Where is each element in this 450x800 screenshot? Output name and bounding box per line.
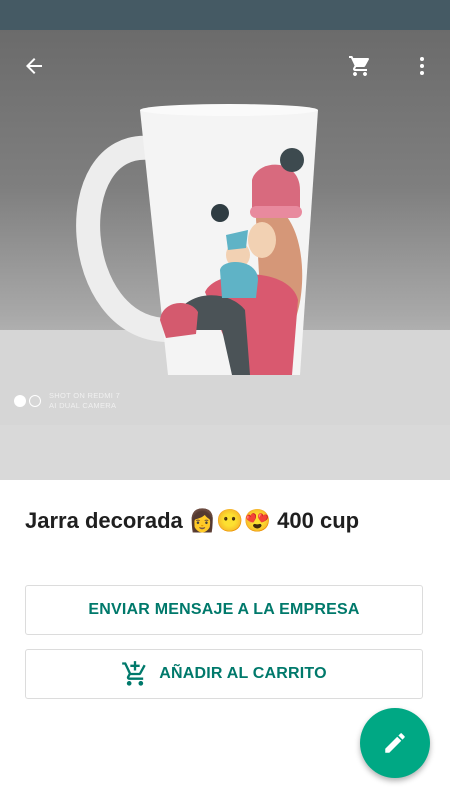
watermark-dot-filled [14, 395, 26, 407]
product-image-container[interactable]: SHOT ON REDMI 7 AI DUAL CAMERA [0, 30, 450, 480]
watermark-dot-hollow [29, 395, 41, 407]
add-shopping-cart-icon [122, 661, 146, 686]
camera-watermark: SHOT ON REDMI 7 AI DUAL CAMERA [14, 391, 120, 411]
product-photo: SHOT ON REDMI 7 AI DUAL CAMERA [0, 30, 450, 425]
decoration-pompom [280, 148, 304, 172]
pencil-icon [385, 733, 405, 753]
watermark-line2: AI DUAL CAMERA [49, 401, 117, 410]
send-message-label: ENVIAR MENSAJE A LA EMPRESA [88, 601, 360, 618]
add-to-cart-button[interactable]: AÑADIR AL CARRITO [25, 649, 423, 699]
cart-button[interactable] [344, 50, 376, 82]
watermark-line1: SHOT ON REDMI 7 [49, 391, 121, 400]
image-bottom-padding [0, 425, 450, 480]
decoration-face [248, 222, 276, 258]
back-button[interactable] [18, 50, 50, 82]
edit-fab-button[interactable] [360, 708, 430, 778]
decoration-baby-pompom [211, 204, 229, 222]
product-photo-drawing [0, 104, 450, 425]
watermark-dots [14, 395, 41, 407]
product-title: Jarra decorada 👩😶😍 400 cup [25, 508, 360, 533]
arrow-back-icon [26, 58, 42, 74]
mug-rim [140, 104, 318, 116]
more-options-button[interactable] [406, 50, 438, 82]
watermark-text: SHOT ON REDMI 7 AI DUAL CAMERA [49, 391, 120, 411]
decoration-hat-band [250, 206, 302, 218]
add-to-cart-label: AÑADIR AL CARRITO [159, 665, 327, 682]
status-bar [0, 0, 450, 30]
cart-icon [349, 56, 370, 76]
more-vert-icon [420, 57, 424, 75]
send-message-button[interactable]: ENVIAR MENSAJE A LA EMPRESA [25, 585, 423, 635]
